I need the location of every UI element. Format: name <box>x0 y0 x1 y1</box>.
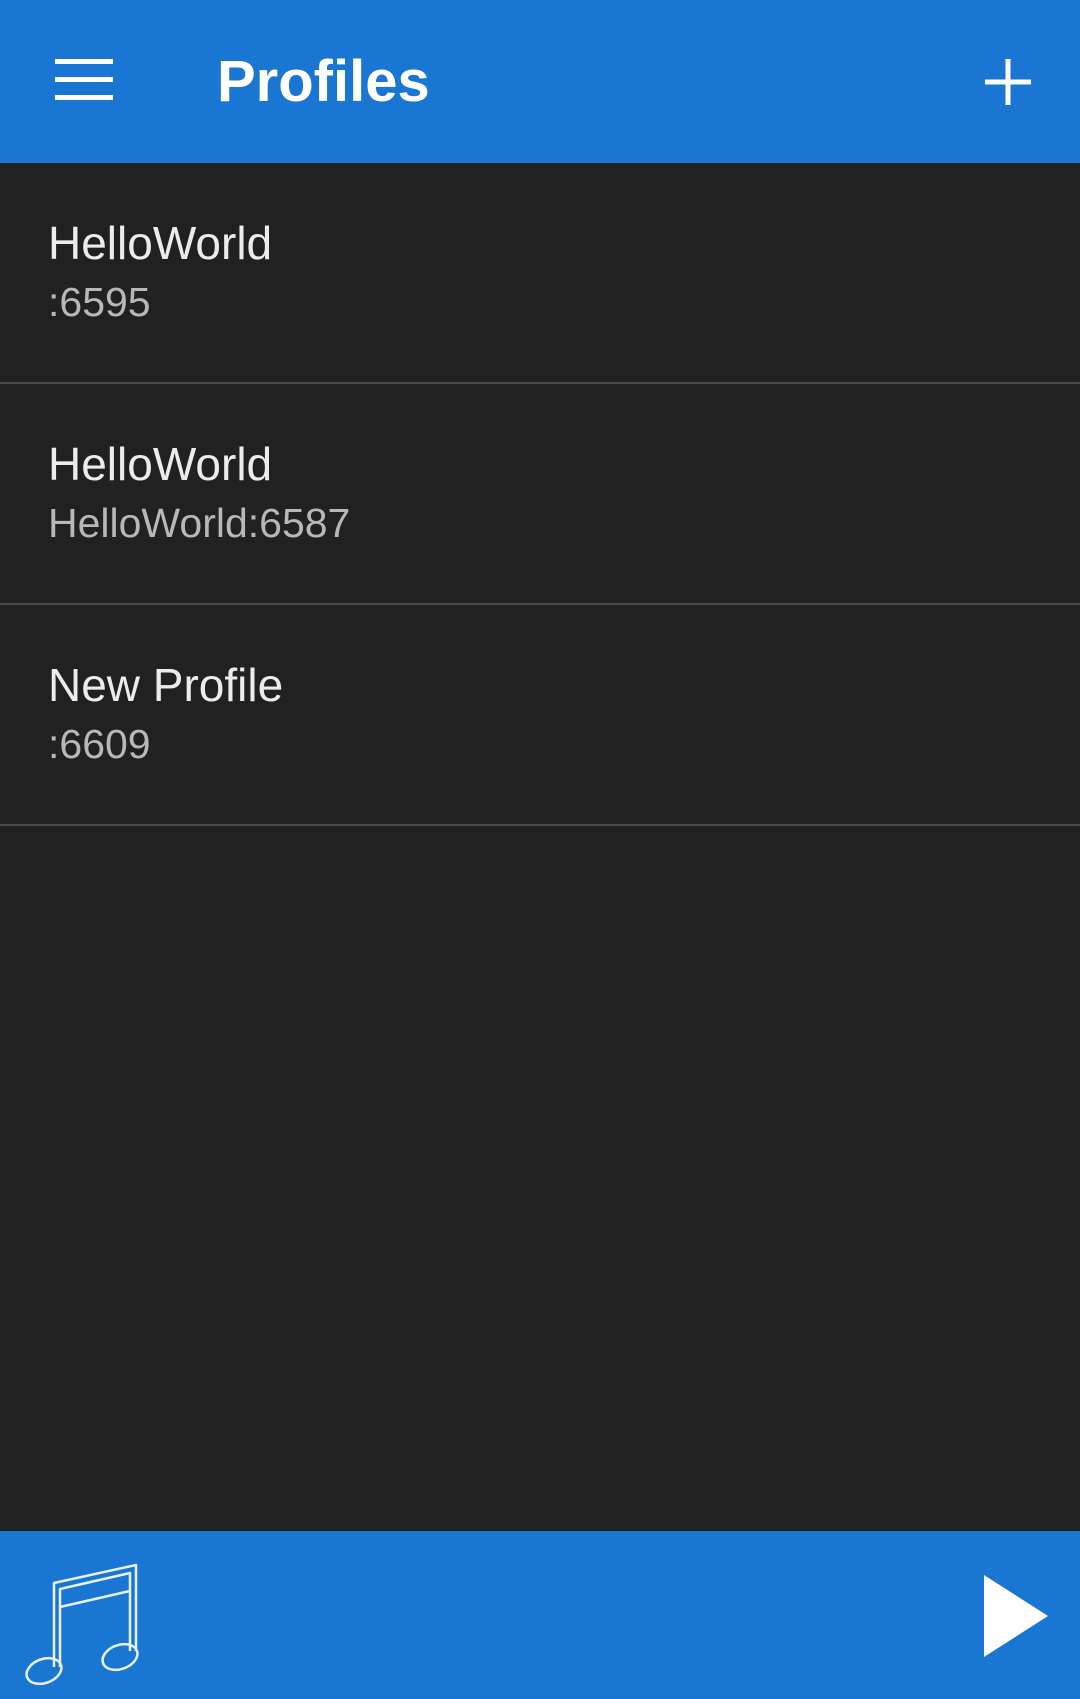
menu-button[interactable] <box>40 40 128 120</box>
profile-name: HelloWorld <box>48 217 273 269</box>
page-title: Profiles <box>217 49 430 114</box>
add-profile-button[interactable] <box>966 40 1050 124</box>
profile-name: New Profile <box>48 659 284 711</box>
play-icon <box>984 1575 1048 1657</box>
profile-list-item[interactable]: New Profile :6609 <box>0 605 1080 826</box>
app-root: Profiles HelloWorld :6595 HelloWorld Hel… <box>0 0 1080 1699</box>
profile-list-item[interactable]: HelloWorld :6595 <box>0 163 1080 384</box>
bottom-player-bar <box>0 1531 1080 1699</box>
music-button[interactable] <box>24 1545 148 1689</box>
profile-address: HelloWorld:6587 <box>48 500 351 546</box>
profile-address: :6609 <box>48 721 151 767</box>
profile-name: HelloWorld <box>48 438 273 490</box>
music-note-icon <box>25 1563 139 1686</box>
profile-list-item[interactable]: HelloWorld HelloWorld:6587 <box>0 384 1080 605</box>
play-button[interactable] <box>972 1571 1056 1661</box>
profile-list: HelloWorld :6595 HelloWorld HelloWorld:6… <box>0 163 1080 826</box>
app-toolbar: Profiles <box>0 0 1080 163</box>
hamburger-menu-icon <box>55 59 113 100</box>
plus-icon <box>985 59 1031 105</box>
profile-address: :6595 <box>48 279 151 325</box>
